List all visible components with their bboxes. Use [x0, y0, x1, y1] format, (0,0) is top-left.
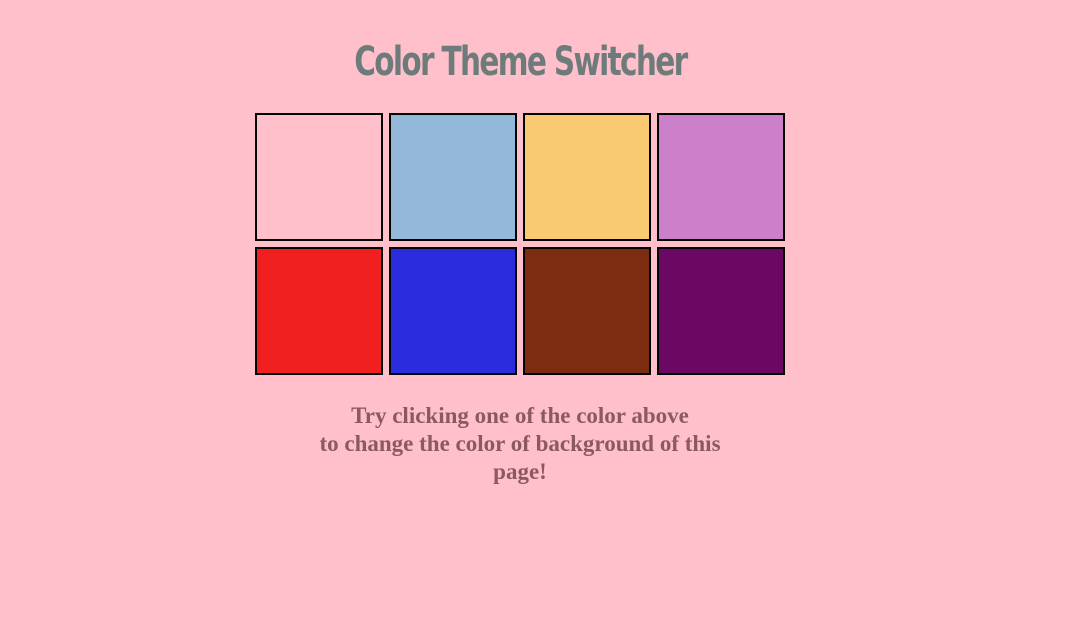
color-swatch-red[interactable]: [255, 247, 383, 375]
instruction-line-3: page!: [493, 459, 547, 484]
page-title: Color Theme Switcher: [354, 39, 688, 85]
color-swatch-brown[interactable]: [523, 247, 651, 375]
color-swatch-light-blue[interactable]: [389, 113, 517, 241]
color-swatch-light-orange[interactable]: [523, 113, 651, 241]
instruction-line-1: Try clicking one of the color above: [351, 403, 689, 428]
color-swatch-blue[interactable]: [389, 247, 517, 375]
color-swatch-grid: [255, 113, 787, 377]
instruction-text: Try clicking one of the color above to c…: [290, 402, 750, 486]
color-swatch-pink[interactable]: [255, 113, 383, 241]
instruction-line-2: to change the color of background of thi…: [319, 431, 721, 456]
color-swatch-orchid[interactable]: [657, 113, 785, 241]
color-swatch-purple[interactable]: [657, 247, 785, 375]
